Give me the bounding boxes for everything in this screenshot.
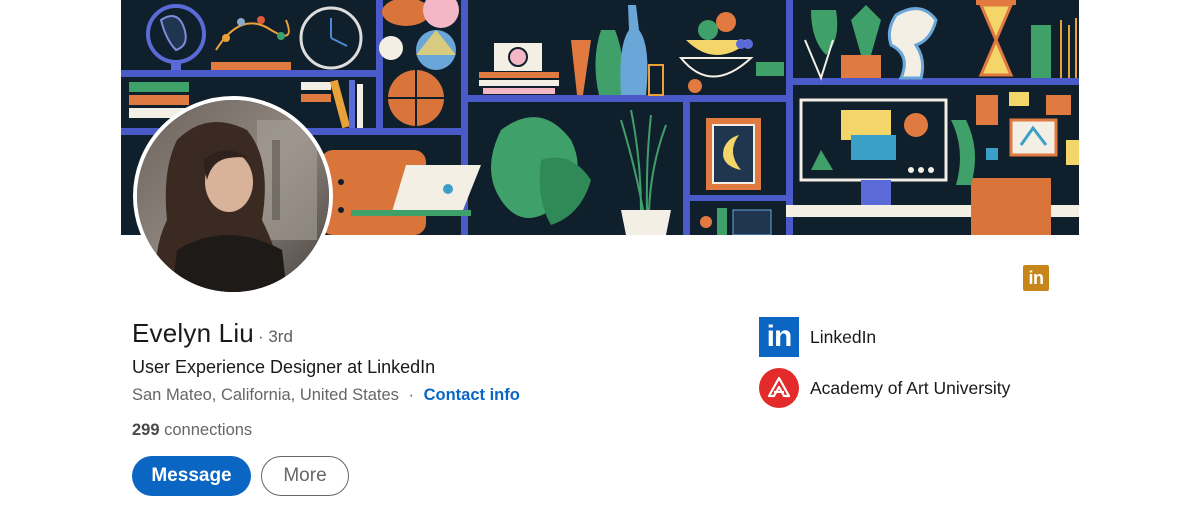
linkedin-premium-icon: in (1023, 265, 1049, 291)
connections-count[interactable]: 299 connections (132, 421, 252, 440)
education-link[interactable]: Academy of Art University (759, 368, 1010, 408)
profile-name-row: Evelyn Liu · 3rd (132, 318, 293, 349)
connection-degree: · 3rd (257, 327, 293, 346)
contact-info-link[interactable]: Contact info (424, 386, 520, 404)
current-company-link[interactable]: in LinkedIn (759, 317, 876, 357)
current-company-label: LinkedIn (810, 326, 877, 347)
profile-location-row: San Mateo, California, United States · C… (132, 386, 520, 405)
academy-of-art-logo-icon (759, 368, 799, 408)
profile-headline: User Experience Designer at LinkedIn (132, 357, 436, 377)
avatar[interactable] (133, 96, 333, 296)
linkedin-logo-icon: in (759, 317, 799, 357)
avatar-photo (137, 100, 329, 292)
location-separator: · (408, 386, 415, 404)
education-label: Academy of Art University (810, 377, 1011, 398)
connections-number: 299 (132, 421, 160, 439)
profile-name: Evelyn Liu (132, 318, 254, 348)
connections-label: connections (164, 421, 253, 439)
more-button[interactable]: More (261, 456, 349, 496)
profile-location: San Mateo, California, United States (132, 386, 399, 404)
message-button[interactable]: Message (132, 456, 251, 496)
